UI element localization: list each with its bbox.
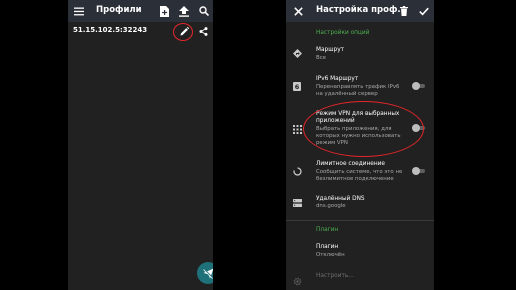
setting-title-line: Режим VPN для выбранных [316,111,400,117]
page-title: Настройка проф... [316,5,408,15]
upload-icon[interactable] [176,3,192,19]
setting-summary-line: безлимитное подключение [316,176,394,182]
setting-route[interactable]: Маршрут Все [286,42,434,66]
setting-summary: dns.google [316,203,346,209]
setting-summary-line: Выбрать приложения, для [316,126,392,132]
section-header-options: Настройки опций [316,30,370,36]
dns-server-icon [292,198,302,208]
setting-summary-line: режим VPN [316,140,348,146]
profile-settings-screen: Настройка проф... Настройки опций Маршру… [286,0,434,290]
add-file-icon[interactable] [156,3,172,19]
setting-plugin[interactable]: Плагин Отключён [286,240,434,262]
ipv6-toggle[interactable] [412,82,426,90]
route-icon [292,48,302,58]
section-header-plugin: Плагин [316,227,339,233]
metered-toggle[interactable] [412,167,426,175]
setting-title: Маршрут [316,47,345,53]
setting-ipv6-route[interactable]: 6 IPv6 Маршрут Перенаправлять трафик IPv… [286,72,434,100]
setting-title: Удалённый DNS [316,196,365,202]
apps-grid-icon [292,124,302,134]
setting-title: Настроить... [316,273,354,279]
setting-title: Лимитное соединение [316,161,385,167]
setting-summary-line: Сообщить системе, что это не [316,169,403,175]
paper-plane-icon [202,268,213,279]
svg-text:6: 6 [295,83,300,91]
search-icon[interactable] [196,3,212,19]
app-bar: Профили [68,0,213,22]
section-divider [286,220,434,221]
close-icon[interactable] [290,3,306,19]
pencil-icon[interactable] [178,25,190,37]
setting-summary-line: которых нужно использовать [316,133,401,139]
setting-remote-dns[interactable]: Удалённый DNS dns.google [286,192,434,214]
page-title: Профили [96,5,142,15]
metered-icon [292,166,302,176]
share-icon[interactable] [197,25,209,37]
profile-address: 51.15.102.5:32243 [73,26,148,34]
setting-summary-line: Перенаправлять трафик IPv6 [316,84,400,90]
per-app-vpn-toggle[interactable] [412,124,426,132]
app-bar: Настройка проф... [286,0,434,22]
setting-plugin-configure[interactable]: Настроить... [286,268,434,290]
ipv6-icon: 6 [292,81,302,91]
setting-title: IPv6 Маршрут [316,76,359,82]
setting-summary: Отключён [316,252,345,258]
gear-icon [292,276,302,286]
menu-icon[interactable] [71,3,87,19]
profile-list-item[interactable]: 51.15.102.5:32243 [68,22,213,40]
check-icon[interactable] [416,3,432,19]
setting-title-line: приложений [316,118,355,124]
profiles-screen: Профили 51.15.102.5:32243 [68,0,213,290]
setting-metered-connection[interactable]: Лимитное соединение Сообщить системе, чт… [286,158,434,186]
setting-per-app-vpn[interactable]: Режим VPN для выбранных приложений Выбра… [286,108,434,152]
trash-icon[interactable] [396,3,412,19]
connect-button[interactable] [197,262,213,284]
setting-summary-line: на удалённый сервер [316,91,378,97]
setting-title: Плагин [316,244,339,250]
setting-summary: Все [316,55,326,61]
